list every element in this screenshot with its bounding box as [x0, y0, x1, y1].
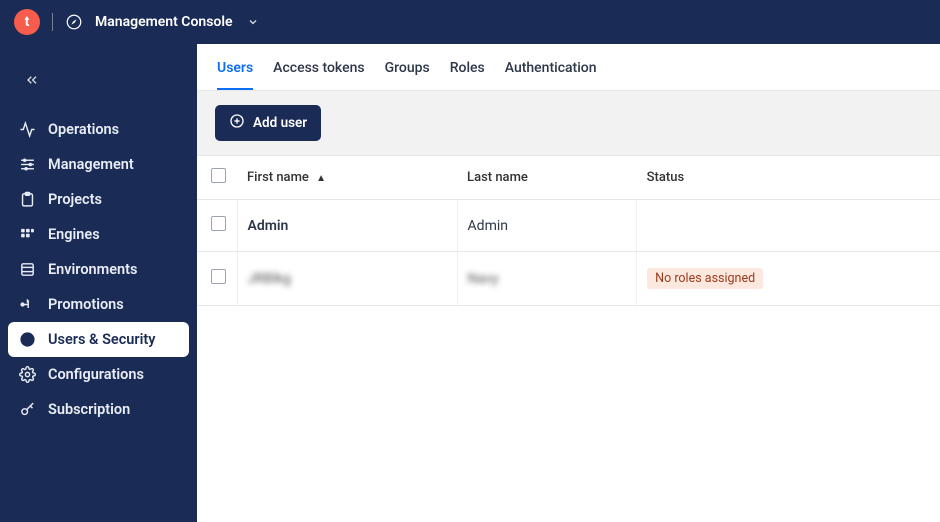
table-row[interactable]: JRBlkg Navy No roles assigned [197, 252, 940, 306]
sidebar-item-engines[interactable]: Engines [8, 217, 189, 252]
tab-label: Authentication [505, 60, 597, 76]
sidebar-item-configurations[interactable]: Configurations [8, 357, 189, 392]
sidebar-item-label: Operations [48, 121, 119, 138]
column-label: Last name [467, 170, 528, 185]
sidebar: Operations Management Projects [0, 44, 197, 522]
column-select-all [197, 156, 237, 200]
sidebar-item-environments[interactable]: Environments [8, 252, 189, 287]
sidebar-item-management[interactable]: Management [8, 147, 189, 182]
layers-icon [18, 261, 36, 278]
sidebar-item-users-security[interactable]: Users & Security [8, 322, 189, 357]
sidebar-item-label: Promotions [48, 296, 124, 313]
cell-first-name: JRBlkg [237, 252, 457, 306]
sidebar-item-label: Subscription [48, 401, 130, 418]
activity-icon [18, 121, 36, 138]
chevron-down-icon[interactable] [247, 16, 259, 28]
brand-logo[interactable]: t [14, 9, 40, 35]
collapse-sidebar-button[interactable] [18, 66, 46, 94]
cell-last-name: Navy [457, 252, 637, 306]
sidebar-item-label: Management [48, 156, 134, 173]
user-shield-icon [18, 331, 36, 348]
cell-status: No roles assigned [637, 252, 940, 306]
sidebar-item-label: Projects [48, 191, 102, 208]
key-icon [18, 401, 36, 418]
column-last-name[interactable]: Last name [457, 156, 637, 200]
column-first-name[interactable]: First name ▲ [237, 156, 457, 200]
cell-last-name: Admin [457, 200, 637, 252]
sidebar-item-label: Users & Security [48, 331, 155, 348]
flow-icon [18, 296, 36, 313]
topbar: t Management Console [0, 0, 940, 44]
cell-status [637, 200, 940, 252]
tab-label: Access tokens [273, 60, 364, 76]
tab-label: Groups [385, 60, 430, 76]
plus-circle-icon [229, 113, 245, 133]
row-checkbox[interactable] [211, 269, 226, 284]
tab-label: Roles [450, 60, 485, 76]
tab-roles[interactable]: Roles [450, 60, 485, 90]
add-user-button[interactable]: Add user [215, 105, 321, 141]
main-content: Users Access tokens Groups Roles Authent… [197, 44, 940, 522]
status-badge: No roles assigned [647, 268, 763, 289]
sort-asc-icon: ▲ [316, 173, 326, 184]
select-all-checkbox[interactable] [211, 168, 226, 183]
brand-letter: t [25, 14, 30, 30]
sidebar-item-label: Engines [48, 226, 100, 243]
sidebar-item-promotions[interactable]: Promotions [8, 287, 189, 322]
action-bar: Add user [197, 91, 940, 156]
sidebar-item-label: Environments [48, 261, 137, 278]
sliders-icon [18, 156, 36, 173]
gear-icon [18, 366, 36, 383]
clipboard-icon [18, 191, 36, 208]
tab-label: Users [217, 60, 253, 76]
tab-authentication[interactable]: Authentication [505, 60, 597, 90]
topbar-title[interactable]: Management Console [95, 14, 233, 30]
column-status[interactable]: Status [637, 156, 940, 200]
cell-first-name: Admin [237, 200, 457, 252]
tab-users[interactable]: Users [217, 60, 253, 90]
engines-icon [18, 226, 36, 243]
table-row[interactable]: Admin Admin [197, 200, 940, 252]
users-table: First name ▲ Last name Status [197, 156, 940, 306]
tab-access-tokens[interactable]: Access tokens [273, 60, 364, 90]
sidebar-item-projects[interactable]: Projects [8, 182, 189, 217]
column-label: First name [247, 170, 309, 185]
compass-icon [65, 13, 83, 31]
sidebar-item-operations[interactable]: Operations [8, 112, 189, 147]
sidebar-item-label: Configurations [48, 366, 144, 383]
column-label: Status [647, 170, 684, 185]
tab-groups[interactable]: Groups [385, 60, 430, 90]
sidebar-item-subscription[interactable]: Subscription [8, 392, 189, 427]
topbar-divider [52, 13, 53, 31]
add-user-label: Add user [253, 115, 307, 131]
row-checkbox[interactable] [211, 216, 226, 231]
tabs: Users Access tokens Groups Roles Authent… [197, 44, 940, 91]
